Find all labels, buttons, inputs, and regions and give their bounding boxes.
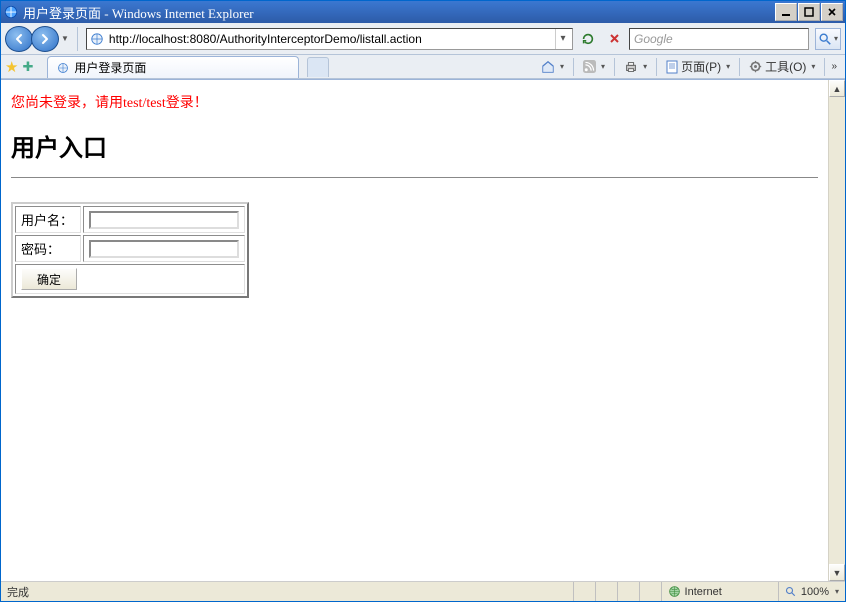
zoom-control[interactable]: 100% ▾ <box>778 582 845 601</box>
scroll-down-button[interactable]: ▼ <box>829 564 845 581</box>
page-content-area: 您尚未登录，请用test/test登录！ 用户入口 用户名： 密码： 确定 <box>1 79 845 581</box>
submit-button[interactable]: 确定 <box>21 268 77 290</box>
table-row: 密码： <box>15 235 245 262</box>
status-cell <box>573 582 595 601</box>
internet-icon <box>668 585 681 598</box>
feeds-button[interactable]: ▾ <box>578 57 610 77</box>
table-row: 确定 <box>15 264 245 294</box>
title-bar: 用户登录页面 - Windows Internet Explorer <box>1 1 845 23</box>
minimize-button[interactable] <box>775 3 797 21</box>
ie-logo-icon <box>3 4 19 20</box>
refresh-button[interactable] <box>577 28 599 50</box>
tab-label: 用户登录页面 <box>74 59 146 76</box>
search-placeholder: Google <box>634 32 673 46</box>
nav-toolbar: ▼ ▾ Google ▾ <box>1 23 845 55</box>
home-button[interactable]: ▾ <box>536 57 569 77</box>
more-icon[interactable]: » <box>829 61 839 72</box>
browser-tab[interactable]: 用户登录页面 <box>47 56 299 78</box>
maximize-button[interactable] <box>798 3 820 21</box>
page-viewport: 您尚未登录，请用test/test登录！ 用户入口 用户名： 密码： 确定 <box>1 80 828 581</box>
page-menu-label: 页面(P) <box>681 58 721 75</box>
username-input[interactable] <box>89 211 239 229</box>
zoom-icon <box>785 586 797 598</box>
favorites-star-icon[interactable]: ★ <box>5 58 18 76</box>
browser-window: 用户登录页面 - Windows Internet Explorer ▼ <box>0 0 846 602</box>
scroll-track[interactable] <box>829 97 845 564</box>
zoom-dropdown-icon: ▾ <box>835 587 839 596</box>
zone-indicator: Internet <box>661 582 778 601</box>
zone-label: Internet <box>685 586 722 598</box>
divider <box>11 177 818 178</box>
table-row: 用户名： <box>15 206 245 233</box>
search-go-button[interactable]: ▾ <box>815 28 841 50</box>
username-label: 用户名： <box>15 206 81 233</box>
password-label: 密码： <box>15 235 81 262</box>
close-button[interactable] <box>821 3 843 21</box>
window-title: 用户登录页面 - Windows Internet Explorer <box>23 3 774 22</box>
tools-menu-label: 工具(O) <box>765 58 806 75</box>
status-bar: 完成 Internet 100% ▾ <box>1 581 845 601</box>
login-form: 用户名： 密码： 确定 <box>11 202 249 298</box>
url-input[interactable] <box>109 32 553 46</box>
page-menu-button[interactable]: 页面(P) ▾ <box>661 57 735 77</box>
status-text: 完成 <box>1 582 573 601</box>
page-icon <box>89 31 105 47</box>
password-input[interactable] <box>89 240 239 258</box>
new-tab-button[interactable] <box>307 57 329 77</box>
print-button[interactable]: ▾ <box>619 57 652 77</box>
scroll-up-button[interactable]: ▲ <box>829 80 845 97</box>
stop-button[interactable] <box>603 28 625 50</box>
search-box[interactable]: Google <box>629 28 809 50</box>
zoom-label: 100% <box>801 586 829 598</box>
search-dropdown-icon: ▾ <box>834 34 838 43</box>
tools-menu-button[interactable]: 工具(O) ▾ <box>744 57 820 77</box>
vertical-scrollbar[interactable]: ▲ ▼ <box>828 80 845 581</box>
command-bar: ▾ ▾ ▾ 页面(P) ▾ 工具(O) ▾ <box>536 54 841 80</box>
login-error-message: 您尚未登录，请用test/test登录！ <box>11 92 818 112</box>
tab-page-icon <box>56 61 70 75</box>
status-cell <box>617 582 639 601</box>
add-favorite-icon[interactable]: ✚ <box>22 59 33 75</box>
address-dropdown[interactable]: ▾ <box>555 29 570 49</box>
status-cell <box>595 582 617 601</box>
address-bar-wrap: ▾ <box>86 28 573 50</box>
favorites-bar: ★ ✚ 用户登录页面 ▾ ▾ ▾ <box>1 55 845 79</box>
nav-history-dropdown[interactable]: ▼ <box>61 34 69 43</box>
page-heading: 用户入口 <box>11 128 818 163</box>
status-cell <box>639 582 661 601</box>
forward-button[interactable] <box>31 26 59 52</box>
address-bar[interactable]: ▾ <box>86 28 573 50</box>
separator <box>77 27 78 51</box>
back-button[interactable] <box>5 26 33 52</box>
